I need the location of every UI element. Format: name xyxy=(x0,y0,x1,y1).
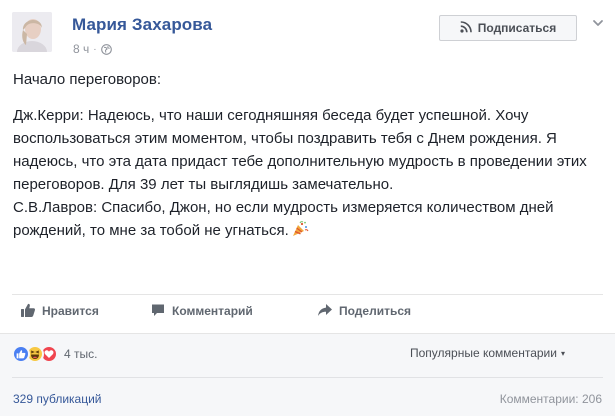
reaction-count: 4 тыс. xyxy=(64,347,98,361)
like-label: Нравится xyxy=(42,304,99,318)
reactions-summary[interactable]: 4 тыс. xyxy=(12,345,97,363)
chevron-down-icon[interactable] xyxy=(591,16,605,30)
rss-icon xyxy=(460,20,472,36)
like-reaction-icon xyxy=(12,345,30,363)
avatar[interactable] xyxy=(12,12,52,52)
comments-count[interactable]: Комментарии: 206 xyxy=(500,392,602,406)
meta-separator: · xyxy=(93,43,97,55)
comment-button[interactable]: Комментарий xyxy=(150,302,290,321)
author-name[interactable]: Мария Захарова xyxy=(72,15,212,35)
shares-link[interactable]: 329 публикаций xyxy=(13,392,102,406)
party-popper-icon xyxy=(291,221,309,237)
post-paragraph-lavrov: С.В.Лавров: Спасибо, Джон, но если мудро… xyxy=(13,196,603,242)
share-icon xyxy=(317,302,333,321)
comment-icon xyxy=(150,302,166,321)
thumbs-up-icon xyxy=(20,302,36,321)
post-paragraph-lavrov-text: С.В.Лавров: Спасибо, Джон, но если мудро… xyxy=(13,199,554,239)
post-text: Начало переговоров: Дж.Керри: Надеюсь, ч… xyxy=(13,68,603,242)
timestamp[interactable]: 8 ч xyxy=(73,42,89,56)
subscribe-label: Подписаться xyxy=(477,21,557,35)
share-label: Поделиться xyxy=(339,304,412,318)
comment-sort-label: Популярные комментарии xyxy=(410,346,557,360)
post-paragraph-kerry: Дж.Керри: Надеюсь, что наши сегодняшняя … xyxy=(13,107,587,193)
share-button[interactable]: Поделиться xyxy=(317,302,427,321)
caret-down-icon: ▾ xyxy=(560,348,565,358)
comment-label: Комментарий xyxy=(172,304,253,318)
post-meta: 8 ч · xyxy=(73,42,112,56)
actions-divider xyxy=(12,294,603,295)
post-intro: Начало переговоров: xyxy=(13,71,162,88)
subscribe-button[interactable]: Подписаться xyxy=(439,15,577,41)
like-button[interactable]: Нравится xyxy=(20,302,120,321)
globe-icon[interactable] xyxy=(100,43,112,55)
footer-divider xyxy=(12,377,603,378)
comment-sort-dropdown[interactable]: Популярные комментарии ▾ xyxy=(410,346,565,360)
post-card: Мария Захарова 8 ч · Подписаться Начало … xyxy=(0,0,615,416)
post-footer: 4 тыс. Популярные комментарии ▾ 329 публ… xyxy=(0,333,615,416)
